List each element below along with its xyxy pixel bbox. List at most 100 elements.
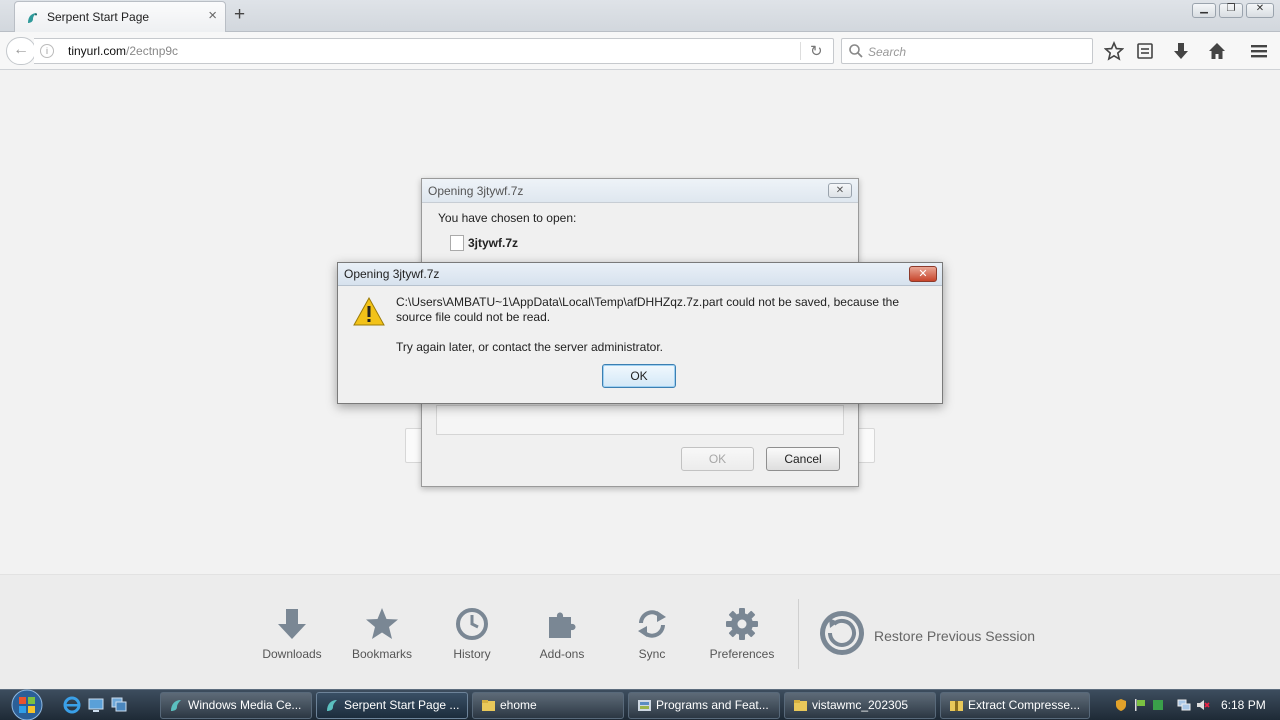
serpent-favicon-icon bbox=[28, 13, 37, 23]
minimize-icon: ▁ bbox=[1200, 3, 1208, 14]
launcher-label: History bbox=[453, 647, 491, 661]
gear-icon bbox=[726, 608, 758, 640]
task-label: ehome bbox=[500, 698, 537, 712]
taskbar-clock[interactable]: 6:18 PM bbox=[1221, 698, 1266, 712]
folder-icon bbox=[482, 700, 495, 711]
back-arrow-icon: ← bbox=[13, 41, 29, 58]
site-info-icon[interactable]: i bbox=[40, 44, 54, 58]
url-separator bbox=[800, 42, 801, 60]
tab-strip: Serpent Start Page × + ▁ ❐ ✕ bbox=[0, 0, 1280, 32]
zip-folder-icon bbox=[950, 701, 963, 711]
task-label: Windows Media Ce... bbox=[188, 698, 302, 712]
clock-icon bbox=[456, 608, 488, 640]
restore-session-button[interactable]: Restore Previous Session bbox=[818, 609, 1058, 659]
bookmark-star-icon[interactable] bbox=[1104, 41, 1124, 61]
error-message-line-3: Try again later, or contact the server a… bbox=[396, 340, 664, 354]
open-file-cancel-button[interactable]: Cancel bbox=[766, 447, 840, 471]
error-ok-button[interactable]: OK bbox=[602, 364, 676, 388]
taskbar-item-vistawmc[interactable]: vistawmc_202305 bbox=[784, 692, 936, 719]
serpent-app-icon bbox=[171, 700, 181, 711]
launcher-history[interactable]: History bbox=[432, 607, 512, 661]
volume-muted-icon[interactable] bbox=[1196, 698, 1210, 712]
downloads-arrow-icon[interactable] bbox=[1171, 41, 1191, 61]
task-label: Serpent Start Page ... bbox=[344, 698, 460, 712]
open-file-options-box bbox=[436, 405, 844, 435]
search-placeholder: Search bbox=[868, 45, 907, 59]
action-center-flag-icon[interactable] bbox=[1133, 698, 1147, 712]
window-close-button[interactable]: ✕ bbox=[1246, 3, 1274, 18]
open-file-dialog-titlebar: Opening 3jtywf.7z ✕ bbox=[422, 179, 858, 203]
task-label: Extract Compresse... bbox=[968, 698, 1081, 712]
security-shield-icon[interactable] bbox=[1114, 698, 1128, 712]
minimize-button[interactable]: ▁ bbox=[1192, 3, 1216, 18]
launcher-label: Bookmarks bbox=[351, 647, 413, 661]
bookmarks-menu-icon[interactable] bbox=[1135, 41, 1155, 61]
network-icon[interactable] bbox=[1177, 698, 1191, 712]
hamburger-menu-icon[interactable] bbox=[1249, 41, 1269, 61]
start-orb-icon[interactable] bbox=[8, 689, 46, 720]
internet-explorer-icon[interactable] bbox=[63, 696, 81, 714]
search-icon bbox=[849, 44, 863, 58]
open-file-dialog-close-icon[interactable]: ✕ bbox=[828, 183, 852, 198]
serpent-app-icon bbox=[327, 700, 337, 711]
sync-icon bbox=[638, 610, 666, 638]
launcher-sync[interactable]: Sync bbox=[612, 607, 692, 661]
warning-icon bbox=[353, 297, 385, 326]
launcher-label: Add-ons bbox=[539, 647, 585, 661]
error-dialog: Opening 3jtywf.7z ✕ C:\Users\AMBATU~1\Ap… bbox=[337, 262, 943, 404]
url-host: tinyurl.com bbox=[68, 44, 127, 58]
url-path: /2ectnp9c bbox=[126, 44, 179, 58]
open-file-dialog-title: Opening 3jtywf.7z bbox=[428, 184, 524, 198]
restore-session-icon bbox=[820, 611, 864, 655]
open-file-name: 3jtywf.7z bbox=[468, 236, 519, 250]
restore-icon: ❐ bbox=[1226, 3, 1236, 14]
error-dialog-titlebar: Opening 3jtywf.7z ✕ bbox=[338, 263, 942, 286]
error-message-line-2: source file could not be read. bbox=[396, 310, 551, 324]
back-button[interactable]: ← bbox=[6, 37, 36, 65]
url-bar[interactable]: i tinyurl.com/2ectnp9c ↻ bbox=[34, 38, 834, 64]
windows-taskbar: Windows Media Ce... Serpent Start Page .… bbox=[0, 689, 1280, 720]
open-file-prompt: You have chosen to open: bbox=[438, 211, 577, 225]
launcher-add-ons[interactable]: Add-ons bbox=[522, 607, 602, 661]
new-tab-button[interactable]: + bbox=[234, 4, 245, 26]
task-label: vistawmc_202305 bbox=[812, 698, 909, 712]
control-panel-icon bbox=[638, 700, 651, 711]
download-arrow-icon bbox=[278, 609, 306, 639]
error-dialog-title: Opening 3jtywf.7z bbox=[344, 267, 440, 281]
error-dialog-close-button[interactable]: ✕ bbox=[909, 266, 937, 282]
switch-windows-icon[interactable] bbox=[110, 696, 128, 714]
taskbar-item-ehome[interactable]: ehome bbox=[472, 692, 624, 719]
taskbar-item-extract-compressed[interactable]: Extract Compresse... bbox=[940, 692, 1090, 719]
taskbar-item-serpent-start-page[interactable]: Serpent Start Page ... bbox=[316, 692, 468, 719]
taskbar-item-windows-media-center[interactable]: Windows Media Ce... bbox=[160, 692, 312, 719]
search-input[interactable]: Search bbox=[841, 38, 1093, 64]
launcher-downloads[interactable]: Downloads bbox=[252, 607, 332, 661]
window-close-icon: ✕ bbox=[1255, 3, 1265, 14]
navigation-toolbar: ← i tinyurl.com/2ectnp9c ↻ Search bbox=[0, 32, 1280, 70]
star-icon bbox=[366, 608, 398, 639]
open-file-ok-button[interactable]: OK bbox=[681, 447, 754, 471]
url-text: tinyurl.com/2ectnp9c bbox=[68, 44, 178, 58]
show-desktop-icon[interactable] bbox=[87, 696, 105, 714]
launcher-bookmarks[interactable]: Bookmarks bbox=[342, 607, 422, 661]
tab-title: Serpent Start Page bbox=[47, 10, 150, 24]
reload-icon[interactable]: ↻ bbox=[810, 42, 823, 60]
restore-session-label: Restore Previous Session bbox=[874, 628, 1036, 644]
file-icon bbox=[450, 235, 464, 251]
app-tray-icon[interactable] bbox=[1151, 698, 1165, 712]
launcher-label: Preferences bbox=[709, 647, 775, 661]
puzzle-icon bbox=[549, 612, 576, 638]
tab-serpent-start-page[interactable]: Serpent Start Page × bbox=[14, 1, 226, 32]
launcher-label: Downloads bbox=[262, 647, 322, 661]
restore-button[interactable]: ❐ bbox=[1219, 3, 1243, 18]
home-icon[interactable] bbox=[1207, 41, 1227, 61]
taskbar-item-programs-and-features[interactable]: Programs and Feat... bbox=[628, 692, 780, 719]
launcher-label: Sync bbox=[638, 647, 666, 661]
start-page-launcher: Downloads Bookmarks History Add-ons Sync… bbox=[0, 574, 1280, 689]
error-message-line-1: C:\Users\AMBATU~1\AppData\Local\Temp\afD… bbox=[396, 295, 900, 309]
folder-icon bbox=[794, 700, 807, 711]
launcher-divider bbox=[798, 599, 799, 669]
tab-close-icon[interactable]: × bbox=[208, 7, 217, 24]
task-label: Programs and Feat... bbox=[656, 698, 769, 712]
launcher-preferences[interactable]: Preferences bbox=[702, 607, 782, 661]
